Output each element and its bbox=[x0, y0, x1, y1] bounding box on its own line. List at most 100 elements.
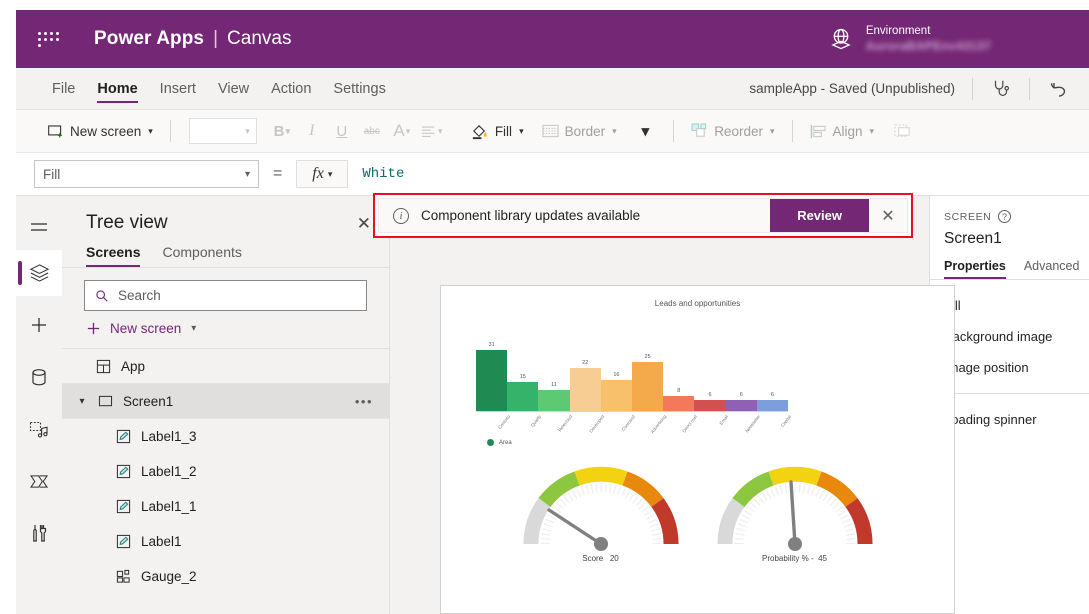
tree-item-list: App ▾ Screen1 ••• Label1_3 Label1_2 Labe… bbox=[62, 348, 389, 614]
plus-icon bbox=[86, 321, 101, 336]
tree-view-title: Tree view bbox=[86, 212, 168, 233]
question-circle-icon[interactable]: ? bbox=[998, 210, 1012, 223]
fill-button[interactable]: Fill ▾ bbox=[461, 116, 533, 146]
variables-tools-icon[interactable] bbox=[16, 510, 62, 556]
new-screen-button[interactable]: New screen ▾ bbox=[38, 116, 162, 146]
stethoscope-icon[interactable] bbox=[990, 78, 1012, 100]
tab-properties[interactable]: Properties bbox=[944, 259, 1006, 279]
group-button[interactable] bbox=[883, 116, 921, 146]
reorder-button[interactable]: Reorder ▾ bbox=[682, 116, 783, 146]
chevron-down-icon: ▾ bbox=[245, 125, 250, 136]
info-circle-icon: i bbox=[393, 207, 409, 224]
bar-value-label: 6 bbox=[708, 392, 712, 398]
bar-value-label: 11 bbox=[551, 382, 557, 388]
chevron-down-icon: ▾ bbox=[769, 125, 775, 136]
property-select-value: Fill bbox=[43, 166, 61, 182]
environment-label: Environment bbox=[865, 25, 931, 38]
media-icon[interactable] bbox=[16, 406, 62, 452]
align-left-icon[interactable]: ▾ bbox=[417, 117, 447, 145]
brand-title[interactable]: Power Apps bbox=[94, 28, 204, 50]
overflow-menu-icon[interactable]: ••• bbox=[355, 394, 373, 409]
bar bbox=[632, 362, 664, 412]
formula-bar: Fill ▾ = fx ▾ White bbox=[16, 153, 1089, 196]
bold-button[interactable]: B ▾ bbox=[267, 117, 297, 145]
menu-item-view[interactable]: View bbox=[207, 68, 260, 109]
brand-subtitle: Canvas bbox=[227, 28, 292, 49]
formula-input[interactable]: White bbox=[362, 153, 1089, 195]
chevron-down-icon[interactable]: ▾ bbox=[76, 396, 88, 407]
search-input[interactable]: Search bbox=[84, 280, 367, 311]
tab-screens[interactable]: Screens bbox=[86, 244, 141, 267]
menu-item-action[interactable]: Action bbox=[260, 68, 322, 109]
fill-label: Fill bbox=[494, 123, 513, 139]
x-axis-labels: Contoso Qualify Relecloud Developed Contoso2… bbox=[476, 414, 792, 434]
environment-name: AuroraBAPEnv43137 bbox=[865, 38, 991, 53]
font-color-button[interactable]: A ▾ bbox=[387, 117, 417, 145]
reorder-icon bbox=[691, 123, 708, 139]
menu-item-insert[interactable]: Insert bbox=[149, 68, 207, 109]
property-loading-spinner[interactable]: Loading spinner bbox=[944, 404, 1075, 435]
border-label: Border bbox=[564, 123, 606, 139]
close-icon[interactable]: ✕ bbox=[357, 215, 371, 232]
bar-column: 6 bbox=[756, 332, 789, 412]
tree-item-label1_3[interactable]: Label1_3 bbox=[62, 419, 389, 454]
bar-column: 16 bbox=[600, 332, 633, 412]
tab-advanced[interactable]: Advanced bbox=[1024, 259, 1080, 279]
gauge-score[interactable]: Score 20 bbox=[515, 460, 687, 563]
tree-item-label1_2[interactable]: Label1_2 bbox=[62, 454, 389, 489]
property-select[interactable]: Fill ▾ bbox=[34, 160, 259, 188]
waffle-grid-icon[interactable] bbox=[38, 31, 62, 47]
font-family-select[interactable]: ▾ bbox=[188, 118, 257, 144]
screen-canvas[interactable]: Leads and opportunities 31 15 11 22 16 25 8 6 6 6… bbox=[440, 285, 955, 614]
menu-item-file[interactable]: File bbox=[41, 68, 86, 109]
review-button[interactable]: Review bbox=[770, 199, 869, 232]
tree-item-label: Label1_3 bbox=[141, 429, 197, 444]
align-objects-button[interactable]: Align ▾ bbox=[801, 116, 884, 146]
environment-picker[interactable]: Environment AuroraBAPEnv43137 bbox=[828, 24, 991, 53]
tree-item-gauge_2[interactable]: Gauge_2 bbox=[62, 559, 389, 594]
italic-button[interactable]: I bbox=[297, 117, 327, 145]
tree-item-screen1[interactable]: ▾ Screen1 ••• bbox=[62, 384, 389, 419]
chevron-down-icon: ▾ bbox=[641, 123, 650, 140]
canvas-area[interactable]: Leads and opportunities 31 15 11 22 16 25 8 6 6 6… bbox=[390, 196, 955, 614]
undo-arrow-icon[interactable] bbox=[1047, 77, 1071, 101]
tree-item-label: App bbox=[121, 358, 146, 374]
data-cylinder-icon[interactable] bbox=[16, 354, 62, 400]
menu-item-home[interactable]: Home bbox=[86, 68, 148, 109]
tree-item-label: Label1_2 bbox=[141, 464, 197, 479]
gauge-component-icon bbox=[116, 569, 131, 584]
bar-value-label: 16 bbox=[613, 372, 620, 378]
border-button[interactable]: Border ▾ bbox=[533, 116, 626, 146]
bar-value-label: 22 bbox=[582, 360, 589, 366]
more-options-button[interactable]: ▾ bbox=[626, 116, 666, 146]
bar-value-label: 25 bbox=[644, 354, 651, 360]
chevron-down-icon: ▾ bbox=[327, 168, 333, 179]
tree-view-layers-icon[interactable] bbox=[16, 250, 62, 296]
tab-components[interactable]: Components bbox=[162, 244, 241, 267]
property-background-image[interactable]: Background image bbox=[944, 321, 1075, 352]
new-screen-tree-button[interactable]: New screen ▾ bbox=[62, 311, 389, 348]
tree-search-wrap: Search bbox=[62, 268, 389, 311]
menu-item-settings[interactable]: Settings bbox=[322, 68, 396, 109]
close-icon[interactable]: ✕ bbox=[869, 199, 907, 232]
new-screen-tree-label: New screen bbox=[110, 321, 182, 336]
hamburger-menu-icon[interactable] bbox=[16, 204, 62, 250]
tree-item-label1_1[interactable]: Label1_1 bbox=[62, 489, 389, 524]
power-automate-flow-icon[interactable] bbox=[16, 458, 62, 504]
x-axis-line bbox=[476, 411, 788, 412]
property-image-position[interactable]: Image position bbox=[944, 352, 1075, 383]
main-body: Tree view ✕ Screens Components Search Ne… bbox=[16, 196, 1089, 614]
property-fill[interactable]: Fill bbox=[944, 290, 1075, 321]
fx-button[interactable]: fx ▾ bbox=[296, 160, 349, 188]
properties-kind: SCREEN bbox=[944, 210, 992, 223]
underline-button[interactable]: U bbox=[327, 117, 357, 145]
bar-column: 11 bbox=[538, 332, 570, 412]
tree-item-app[interactable]: App bbox=[62, 349, 389, 384]
gauge-probability[interactable]: Probability % - 45 bbox=[709, 460, 881, 563]
bar-chart[interactable]: 31 15 11 22 16 25 8 6 6 6 Contoso Qualify Relecloud… bbox=[441, 318, 954, 436]
divider bbox=[972, 77, 973, 100]
tree-item-label1[interactable]: Label1 bbox=[62, 524, 389, 559]
equals-sign: = bbox=[273, 165, 283, 182]
insert-plus-icon[interactable] bbox=[16, 302, 62, 348]
strikethrough-button[interactable]: abc bbox=[357, 117, 387, 145]
